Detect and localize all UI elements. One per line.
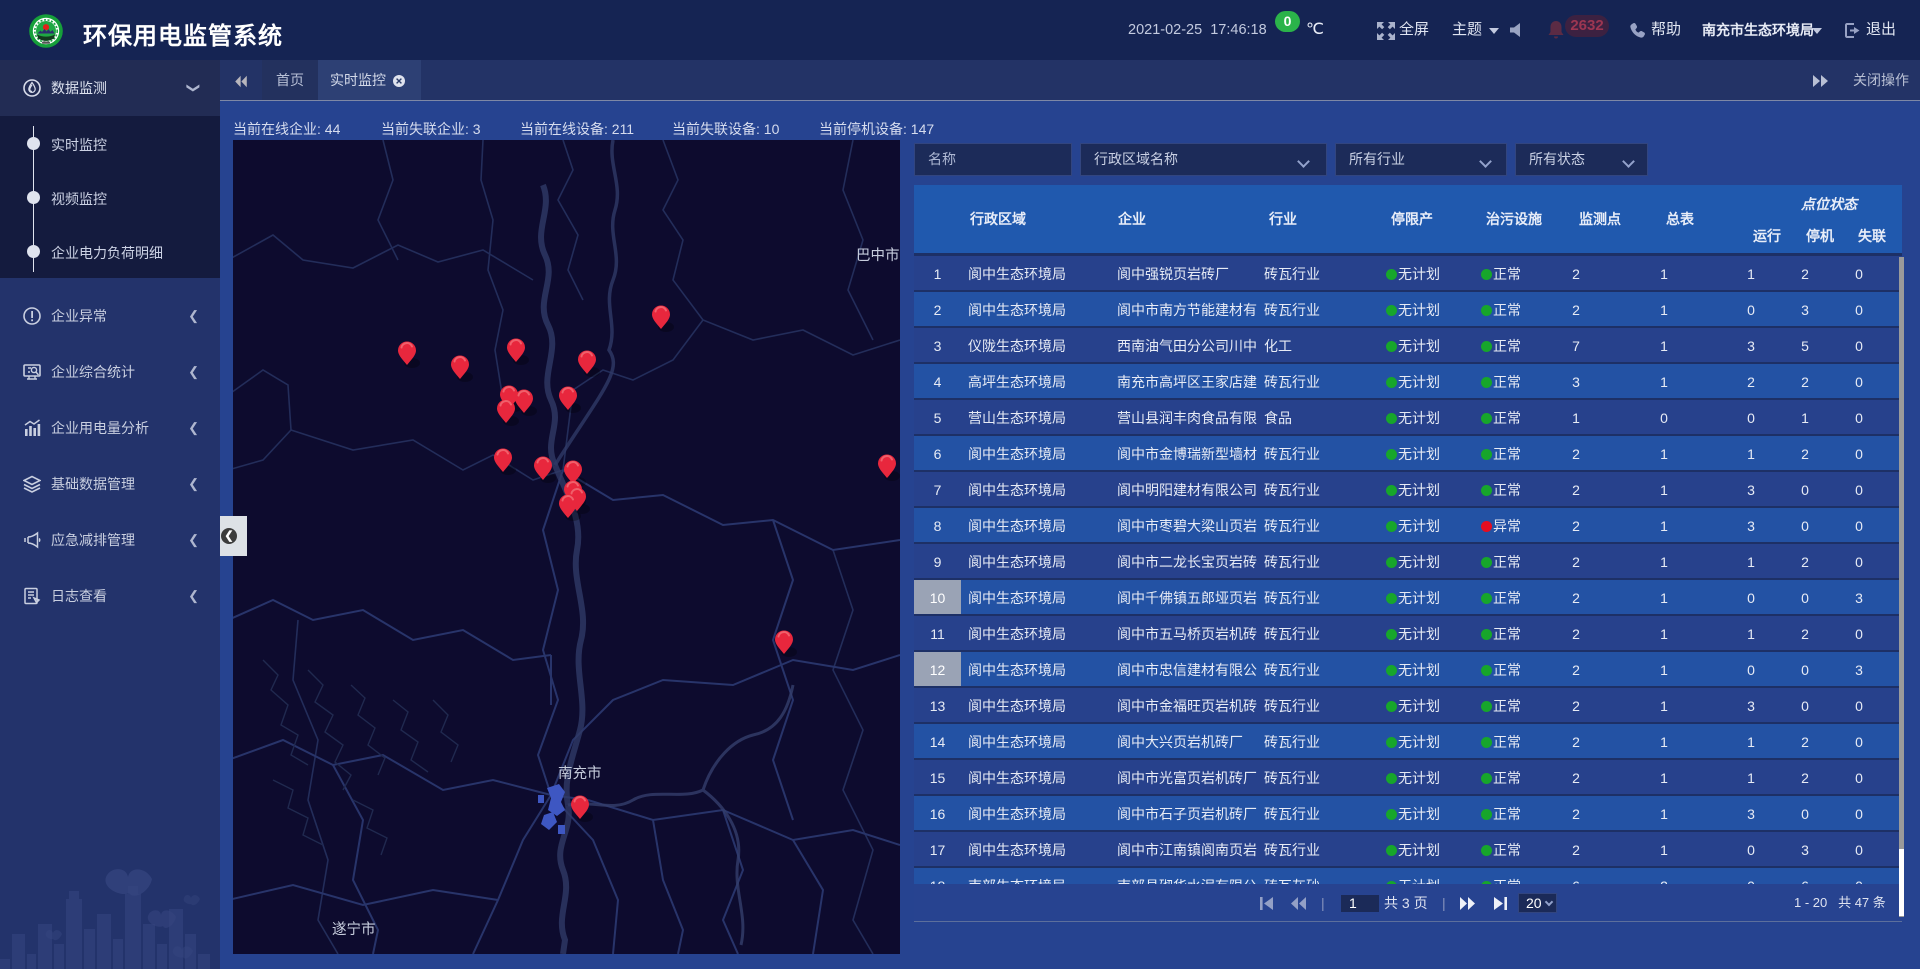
svg-text:巴中市: 巴中市	[856, 247, 900, 264]
svg-text:遂宁市: 遂宁市	[332, 921, 376, 938]
svg-text:南充市: 南充市	[558, 765, 602, 782]
